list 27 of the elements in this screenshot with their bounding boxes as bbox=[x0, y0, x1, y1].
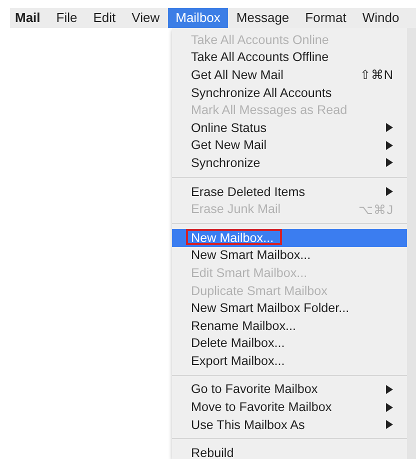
menu-bar-item[interactable]: Windo bbox=[354, 8, 408, 28]
menu-bar-item[interactable]: Mailbox bbox=[168, 8, 228, 28]
menu-bar-item[interactable]: View bbox=[124, 8, 168, 28]
menu-item[interactable]: Erase Deleted Items bbox=[172, 182, 407, 200]
menu-item[interactable]: Synchronize All Accounts bbox=[172, 84, 407, 102]
menu-item[interactable]: Delete Mailbox... bbox=[172, 334, 407, 352]
menu-item[interactable]: New Mailbox... bbox=[172, 228, 407, 247]
menu-bar-item[interactable]: File bbox=[48, 8, 86, 28]
menu-item[interactable]: Go to Favorite Mailbox bbox=[172, 380, 407, 398]
menu-bar-item[interactable]: Edit bbox=[85, 8, 124, 28]
shortcut-label: ⇧⌘N bbox=[360, 67, 393, 82]
shortcut-label: ⌥⌘J bbox=[358, 202, 393, 217]
menu-item[interactable]: Take All Accounts Offline bbox=[172, 48, 407, 66]
menu-item[interactable]: Move to Favorite Mailbox bbox=[172, 398, 407, 416]
menu-bar-item[interactable]: Message bbox=[228, 8, 298, 28]
menu-item[interactable]: Rebuild bbox=[172, 444, 407, 459]
menu-item[interactable]: Get All New Mail ⇧⌘N bbox=[172, 66, 407, 84]
menu-item[interactable]: Use This Mailbox As bbox=[172, 416, 407, 434]
menu-item[interactable]: Synchronize bbox=[172, 154, 407, 172]
menu-item[interactable]: New Smart Mailbox... bbox=[172, 246, 407, 264]
menu-bar-item[interactable]: Format bbox=[297, 8, 354, 28]
menu-item[interactable]: Online Status bbox=[172, 118, 407, 137]
menu-item[interactable]: Get New Mail bbox=[172, 136, 407, 154]
menu-item[interactable]: Rename Mailbox... bbox=[172, 316, 407, 334]
menu-item[interactable]: Export Mailbox... bbox=[172, 352, 407, 370]
menu-item[interactable]: New Smart Mailbox Folder... bbox=[172, 299, 407, 317]
menu-bar-item[interactable]: Mail bbox=[10, 8, 48, 28]
